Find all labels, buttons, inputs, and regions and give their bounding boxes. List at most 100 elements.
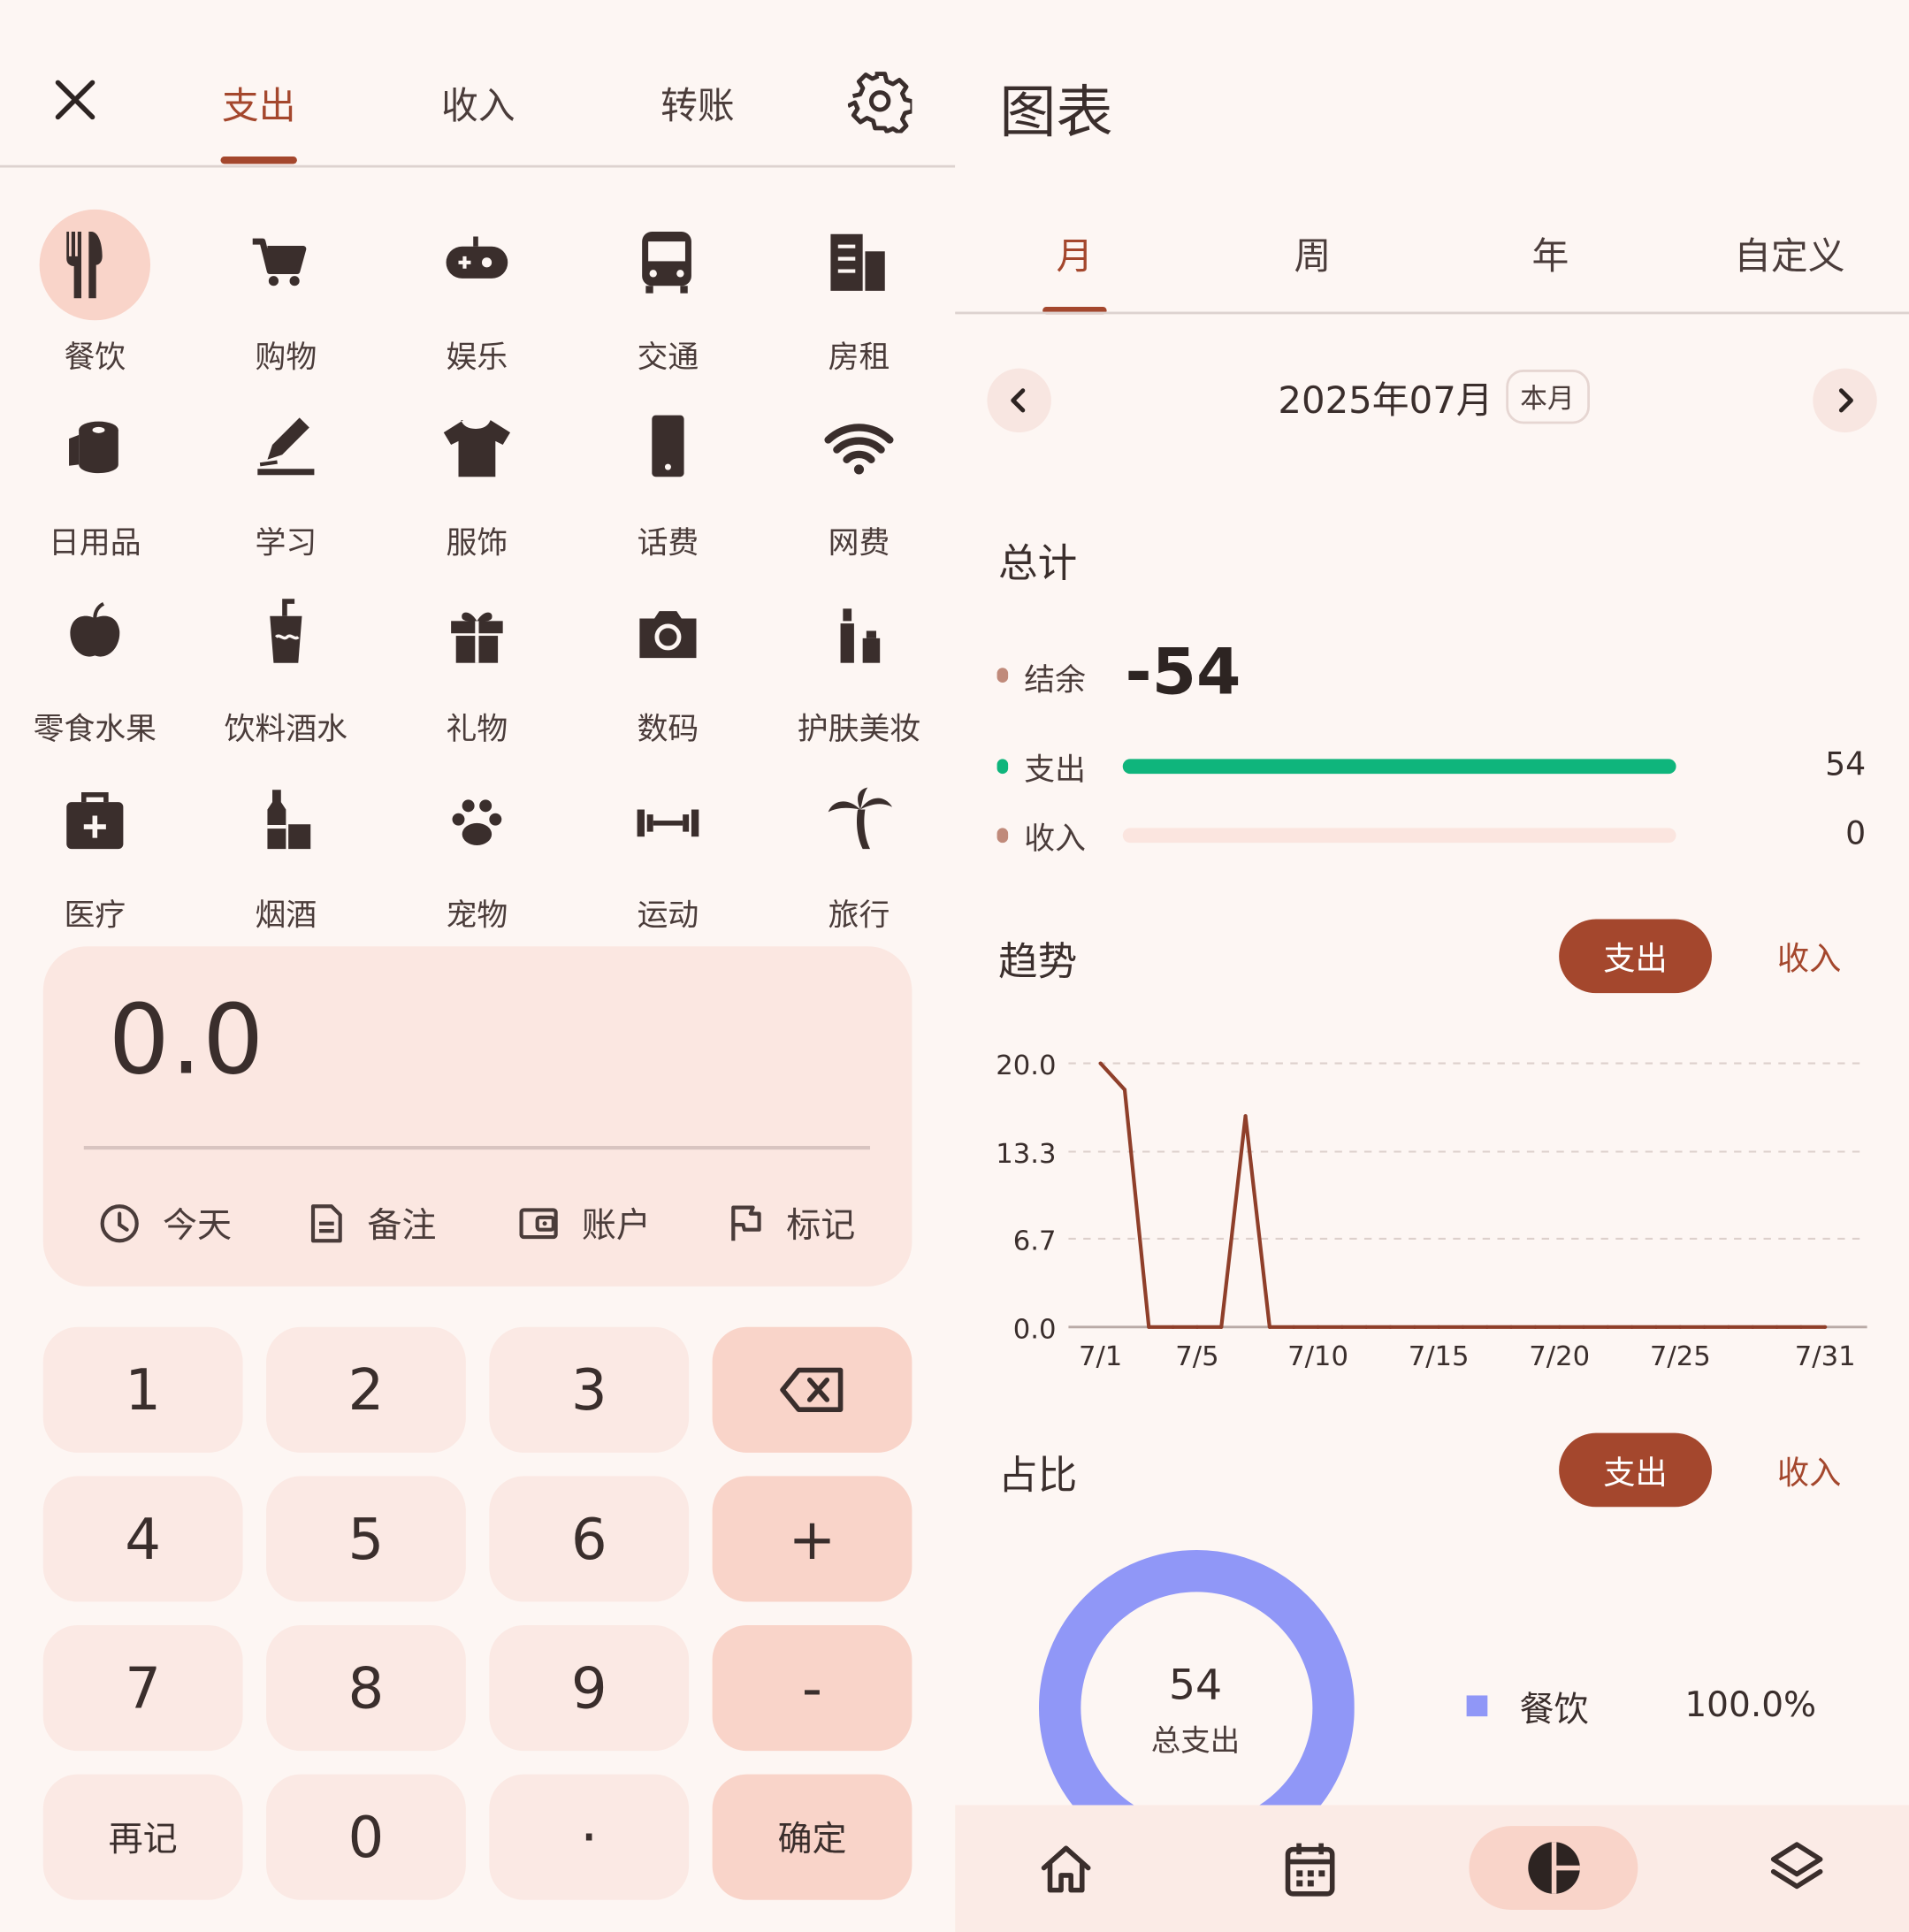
close-icon[interactable] <box>47 72 103 128</box>
tab-expense[interactable]: 支出 <box>185 74 332 131</box>
trend-data-point <box>1122 1088 1127 1092</box>
key-7[interactable]: 7 <box>42 1625 243 1752</box>
trend-data-point <box>1678 1325 1683 1329</box>
tag-button[interactable]: 标记 <box>727 1195 855 1252</box>
tab-income[interactable]: 收入 <box>404 74 552 131</box>
category-bus[interactable]: 交通 <box>576 210 760 382</box>
category-medical-kit[interactable]: 医疗 <box>3 767 187 940</box>
bus-icon <box>613 210 723 320</box>
chevron-left-icon <box>1011 388 1026 413</box>
amount-underline <box>83 1145 871 1150</box>
trend-data-point <box>1508 1325 1514 1329</box>
prev-month-button[interactable] <box>987 368 1051 433</box>
plus-key[interactable]: + <box>712 1476 913 1602</box>
key-1[interactable]: 1 <box>42 1326 243 1453</box>
record-again-key[interactable]: 再记 <box>42 1774 243 1900</box>
tab-transfer[interactable]: 转账 <box>623 74 771 131</box>
category-gift[interactable]: 礼物 <box>385 582 569 754</box>
gear-icon[interactable] <box>847 69 913 134</box>
home-icon[interactable] <box>1036 1841 1096 1898</box>
category-label: 交通 <box>637 339 699 375</box>
trend-data-point <box>1219 1325 1224 1329</box>
next-month-button[interactable] <box>1813 368 1877 433</box>
minus-key[interactable]: - <box>712 1625 913 1752</box>
tab-custom[interactable]: 自定义 <box>1672 225 1906 281</box>
dumbbell-icon <box>613 767 723 878</box>
confirm-key[interactable]: 确定 <box>712 1774 913 1900</box>
account-button[interactable]: 账户 <box>517 1195 651 1252</box>
balance-label: 结余 <box>1024 661 1086 698</box>
category-label: 零食水果 <box>33 711 157 747</box>
category-tshirt[interactable]: 服饰 <box>385 395 569 568</box>
pencil-icon <box>231 395 341 506</box>
key-2[interactable]: 2 <box>266 1326 466 1453</box>
tab-month[interactable]: 月 <box>958 225 1192 281</box>
pie-chart-icon[interactable] <box>1526 1839 1583 1896</box>
trend-expense-toggle[interactable]: 支出 <box>1559 919 1712 994</box>
category-apple[interactable]: 零食水果 <box>3 582 187 754</box>
tab-week[interactable]: 周 <box>1195 225 1430 281</box>
expense-bar-fill <box>1122 759 1676 775</box>
key-5[interactable]: 5 <box>266 1476 466 1602</box>
category-drink-cup[interactable]: 饮料酒水 <box>194 582 378 754</box>
category-phone[interactable]: 话费 <box>576 395 760 568</box>
trend-data-point <box>1606 1325 1610 1329</box>
key-0[interactable]: 0 <box>266 1774 466 1900</box>
category-tissue-roll[interactable]: 日用品 <box>3 395 187 568</box>
key-6[interactable]: 6 <box>489 1476 690 1602</box>
category-pencil[interactable]: 学习 <box>194 395 378 568</box>
share-expense-toggle[interactable]: 支出 <box>1559 1432 1712 1508</box>
calendar-icon[interactable] <box>1283 1839 1337 1898</box>
backspace-key[interactable] <box>712 1326 913 1453</box>
income-dot <box>996 828 1009 844</box>
key-9[interactable]: 9 <box>489 1625 690 1752</box>
share-income-toggle[interactable]: 收入 <box>1741 1433 1876 1508</box>
category-palm-tree[interactable]: 旅行 <box>767 767 951 940</box>
trend-title: 趋势 <box>997 937 1078 985</box>
phone-icon <box>613 395 723 506</box>
trend-line-chart: 20.0 13.3 6.7 0.0 7/1 7/5 7/10 7/15 7/20 7/25 7/31 <box>996 1050 1867 1372</box>
category-cart[interactable]: 购物 <box>194 210 378 382</box>
month-selector[interactable]: 2025年07月 本月 <box>1278 370 1590 424</box>
date-label: 今天 <box>162 1204 233 1246</box>
date-button[interactable]: 今天 <box>99 1195 233 1252</box>
category-paw[interactable]: 宠物 <box>385 767 569 940</box>
trend-income-toggle[interactable]: 收入 <box>1741 920 1876 994</box>
category-gamepad[interactable]: 娱乐 <box>385 210 569 382</box>
note-icon <box>310 1204 342 1243</box>
category-cosmetics[interactable]: 护肤美妆 <box>767 582 951 754</box>
category-label: 运动 <box>637 897 699 933</box>
apple-icon <box>40 582 150 692</box>
category-building[interactable]: 房租 <box>767 210 951 382</box>
decimal-key[interactable]: · <box>489 1774 690 1900</box>
key-8[interactable]: 8 <box>266 1625 466 1752</box>
category-fork-knife[interactable]: 餐饮 <box>3 209 187 382</box>
category-dumbbell[interactable]: 运动 <box>576 767 760 940</box>
tab-year[interactable]: 年 <box>1433 225 1668 281</box>
legend-percent: 100.0% <box>1684 1684 1817 1725</box>
amount-display[interactable]: 0.0 <box>109 986 265 1096</box>
note-button[interactable]: 备注 <box>308 1195 436 1252</box>
category-label: 饮料酒水 <box>224 711 348 747</box>
y-tick-label: 6.7 <box>1013 1226 1057 1256</box>
flag-icon <box>731 1205 761 1241</box>
tissue-roll-icon <box>40 395 150 506</box>
key-4[interactable]: 4 <box>42 1476 243 1602</box>
share-title: 占比 <box>997 1451 1078 1499</box>
chart-panel: 图表 月 周 年 自定义 2025年07月 本月 总计 结余 -54 支出 54… <box>955 0 1909 1932</box>
note-label: 备注 <box>367 1204 437 1246</box>
key-3[interactable]: 3 <box>489 1326 690 1453</box>
balance-dot <box>996 668 1009 683</box>
trend-data-point <box>1751 1325 1755 1329</box>
x-tick-label: 7/31 <box>1795 1341 1856 1372</box>
trend-data-point <box>1775 1325 1779 1329</box>
category-bottle[interactable]: 烟酒 <box>194 767 378 940</box>
trend-data-point <box>1533 1325 1538 1329</box>
trend-data-point <box>1798 1325 1803 1329</box>
trend-data-point <box>1485 1325 1489 1329</box>
trend-data-point <box>1340 1325 1344 1329</box>
layers-icon[interactable] <box>1768 1839 1825 1896</box>
category-camera[interactable]: 数码 <box>576 582 760 754</box>
trend-data-point <box>1147 1325 1151 1329</box>
category-wifi[interactable]: 网费 <box>767 395 951 568</box>
